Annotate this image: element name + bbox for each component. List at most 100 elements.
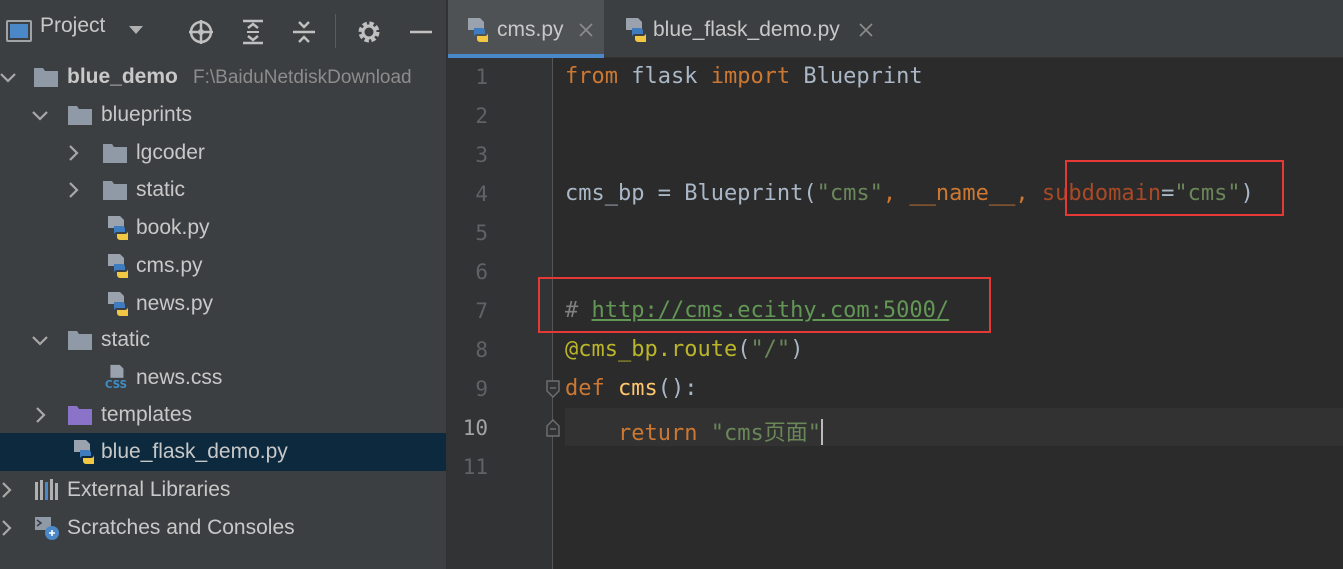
keyword: def — [565, 376, 605, 401]
line-number-current: 10 — [462, 416, 488, 440]
code-text: Blueprint — [790, 64, 923, 89]
text-caret — [820, 419, 823, 445]
gear-icon[interactable] — [354, 17, 384, 47]
string-literal: "cms页面" — [710, 421, 821, 446]
folder-icon — [68, 106, 92, 125]
keyword: return — [617, 421, 698, 446]
tree-item-scratches-and-consoles[interactable]: Scratches and Consoles — [0, 509, 446, 547]
tree-item-label: book.py — [136, 216, 210, 239]
tree-item-news-py[interactable]: news.py — [0, 285, 446, 323]
fold-start-icon[interactable] — [544, 379, 562, 399]
code-punctuation: , — [1015, 181, 1042, 206]
code-text: , __name__ — [882, 181, 1016, 206]
project-tool-window: Project blue_demo F:\BaiduNetdiskDownloa… — [0, 0, 446, 569]
templates-folder-icon — [68, 406, 92, 425]
chevron-right-icon[interactable] — [0, 518, 16, 538]
project-view-title[interactable]: Project — [40, 14, 105, 38]
line-number: 6 — [475, 260, 488, 284]
tree-item-label: lgcoder — [136, 141, 205, 164]
line-number: 2 — [475, 104, 488, 128]
chevron-right-icon[interactable] — [63, 143, 83, 163]
code-text: flask — [617, 64, 711, 89]
annotation-box-url-comment — [538, 277, 991, 333]
css-file-icon: CSS — [103, 364, 130, 391]
tree-item-external-libraries[interactable]: External Libraries — [0, 471, 446, 509]
line-number: 5 — [475, 221, 488, 245]
line-number: 3 — [475, 143, 488, 167]
tree-item-label: news.py — [136, 292, 214, 315]
line-number: 8 — [475, 338, 488, 362]
chevron-down-icon[interactable] — [30, 330, 50, 350]
tree-item-label: static — [101, 328, 151, 351]
fold-end-icon[interactable] — [544, 418, 562, 438]
python-file-icon — [468, 18, 488, 42]
folder-icon — [68, 331, 92, 350]
tab-label: cms.py — [497, 18, 564, 41]
tree-item-label: blue_demo — [67, 65, 178, 88]
svg-text:CSS: CSS — [105, 379, 127, 391]
annotation-box-subdomain — [1065, 160, 1284, 216]
close-icon[interactable] — [858, 22, 874, 38]
python-file-icon — [626, 18, 646, 42]
tree-item-lgcoder[interactable]: lgcoder — [0, 134, 446, 172]
keyword: import — [710, 64, 791, 89]
keyword: from — [565, 64, 618, 89]
chevron-right-icon[interactable] — [30, 405, 50, 425]
locate-icon[interactable] — [186, 17, 216, 47]
code-text: ( — [737, 337, 751, 362]
tree-item-static[interactable]: static — [0, 321, 446, 359]
string-literal: "cms" — [816, 181, 883, 206]
tree-item-label: news.css — [136, 366, 223, 389]
line-number: 7 — [475, 299, 488, 323]
chevron-down-icon[interactable] — [0, 67, 18, 87]
line-number: 9 — [475, 377, 488, 401]
project-path: F:\BaiduNetdiskDownload — [193, 67, 412, 88]
code-text: cms_bp = Blueprint( — [565, 181, 817, 206]
tree-item-blue-flask-demo-py[interactable]: blue_flask_demo.py — [0, 433, 446, 471]
tree-item-label: blueprints — [101, 103, 193, 126]
code-text: (): — [657, 376, 698, 401]
close-icon[interactable] — [578, 22, 594, 38]
tree-item-static-blueprints[interactable]: static — [0, 171, 446, 209]
collapse-all-icon[interactable] — [289, 17, 319, 47]
tree-item-blue-demo[interactable]: blue_demo F:\BaiduNetdiskDownload — [0, 58, 446, 96]
tree-item-blueprints[interactable]: blueprints — [0, 96, 446, 134]
tree-item-label: templates — [101, 403, 193, 426]
code-text: ) — [790, 337, 804, 362]
tree-item-label: static — [136, 178, 186, 201]
chevron-right-icon[interactable] — [63, 180, 83, 200]
line-number: 4 — [475, 182, 488, 206]
expand-all-icon[interactable] — [238, 17, 268, 47]
folder-icon — [103, 181, 127, 200]
tree-item-news-css[interactable]: CSS news.css — [0, 359, 446, 397]
tree-item-label: External Libraries — [67, 478, 231, 501]
tree-item-book-py[interactable]: book.py — [0, 209, 446, 247]
chevron-down-icon[interactable] — [126, 20, 146, 40]
minimize-icon[interactable] — [406, 17, 436, 47]
tab-blue-flask-demo-py[interactable]: blue_flask_demo.py — [606, 0, 873, 58]
code-editor[interactable]: 1 2 3 4 5 6 7 8 9 10 11 from flask impor… — [448, 58, 1343, 569]
python-file-icon — [108, 216, 128, 240]
tree-item-cms-py[interactable]: cms.py — [0, 247, 446, 285]
tree-item-templates[interactable]: templates — [0, 396, 446, 434]
editor-tab-bar: cms.py blue_flask_demo.py — [448, 0, 1343, 58]
folder-icon — [34, 68, 58, 87]
tree-item-label: Scratches and Consoles — [67, 516, 295, 539]
header-divider — [335, 14, 336, 48]
chevron-right-icon[interactable] — [0, 480, 16, 500]
chevron-down-icon[interactable] — [30, 105, 50, 125]
code-line-9: def cms(): — [565, 376, 698, 401]
tree-item-label: blue_flask_demo.py — [101, 440, 288, 463]
line-number: 11 — [462, 455, 488, 479]
decorator: @cms_bp.route — [565, 337, 738, 362]
scratches-icon — [35, 517, 59, 540]
libraries-icon — [35, 479, 58, 500]
tab-cms-py[interactable]: cms.py — [448, 0, 604, 58]
project-header: Project — [0, 0, 446, 58]
python-file-icon — [108, 254, 128, 278]
tab-label: blue_flask_demo.py — [653, 18, 840, 41]
project-panel-icon[interactable] — [6, 20, 32, 42]
